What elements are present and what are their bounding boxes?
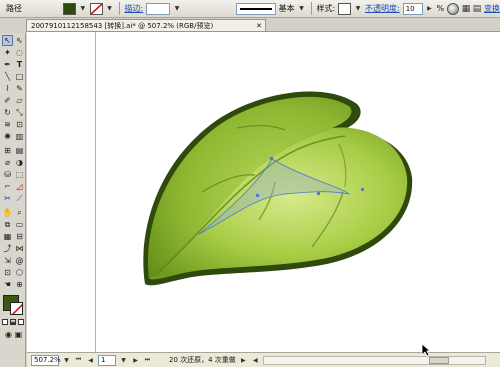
graph-tool-icon[interactable]: ▥ [14,131,25,142]
next-page-icon[interactable]: ▶ [131,355,140,366]
scrollbar-thumb[interactable] [428,356,449,364]
document-setup-icon[interactable]: ▦ [462,3,471,15]
profile-label: 基本 [278,4,295,13]
direct-selection-tool-icon[interactable]: ⇖ [14,35,25,46]
opacity-field[interactable]: 10 [402,2,423,15]
style-swatch[interactable] [338,2,352,15]
chevron-down-icon[interactable]: ▼ [106,3,114,15]
hand-pan-tool-icon[interactable]: ☚ [2,279,13,290]
gradient-tool-icon[interactable]: ▤ [14,145,25,156]
document-tab-title: 2007910112158543 [转换].ai* @ 507.2% (RGB/… [31,22,214,30]
scissors-tool-icon[interactable]: ✂ [2,193,13,204]
artboard-edge [95,32,96,352]
pencil-tool-icon[interactable]: ✎ [14,83,25,94]
chevron-down-icon[interactable]: ▼ [173,3,181,15]
live-paint-tool-icon[interactable]: ⛁ [2,169,13,180]
no-stroke-icon [11,303,22,314]
print-tiling-tool-icon[interactable]: ▭ [14,219,25,230]
rectangle-tool-icon[interactable]: □ [14,71,25,82]
paintbrush-tool-icon[interactable]: ⌇ [2,83,13,94]
leaf-artwork[interactable] [27,32,500,352]
anchor-point[interactable] [270,157,273,160]
eyedropper-tool-icon[interactable]: ⌀ [2,157,13,168]
anchor-point[interactable] [256,194,259,197]
reshape-tool-icon[interactable]: ⤴ [2,243,13,254]
artboard-frame-tool-icon[interactable]: ⊡ [2,267,13,278]
anchor-point[interactable] [361,188,364,191]
artboard-tool-icon[interactable]: ⧉ [2,219,13,230]
selection-tool-icon[interactable]: ↖ [2,35,13,46]
chevron-down-icon[interactable]: ▼ [298,3,306,15]
chevron-down-icon[interactable]: ▼ [119,355,128,366]
fill-swatch[interactable] [63,2,76,15]
color-mode-icon[interactable] [2,319,8,325]
opacity-label[interactable]: 不透明度: [365,3,400,14]
object-type-label: 路径 [6,4,22,13]
stroke-color-box[interactable] [10,302,23,315]
chevron-down-icon[interactable]: ▼ [79,3,87,15]
horizontal-scrollbar[interactable] [262,355,486,365]
recolor-artwork-icon[interactable] [447,2,459,15]
style-label: 样式: [316,4,336,13]
stroke-swatch[interactable] [89,2,103,15]
column-graph-tool-icon[interactable]: ▦ [2,231,13,242]
stroke-label[interactable]: 描边: [125,3,144,14]
stroke-weight-field[interactable] [146,2,171,15]
line-tool-icon[interactable]: ╲ [2,71,13,82]
no-stroke-icon [90,3,102,14]
document-canvas[interactable] [27,32,500,352]
separator [310,2,312,15]
chevron-right-icon[interactable]: ▶ [426,3,434,15]
zoom-tool-icon[interactable]: ⌕ [14,207,25,218]
page-field[interactable]: 1 [98,354,116,366]
chevron-down-icon[interactable]: ▼ [62,355,71,366]
status-menu-icon[interactable]: ▶ [239,355,248,366]
twirl-tool-icon[interactable]: @ [14,255,25,266]
first-page-icon[interactable]: ⏮ [74,355,83,366]
warp-tool-icon[interactable]: ≋ [2,119,13,130]
close-icon[interactable]: ✕ [256,22,262,30]
measure-tool-icon[interactable]: ⇲ [2,255,13,266]
anchor-point[interactable] [317,192,320,195]
live-paint-select-tool-icon[interactable]: ⬚ [14,169,25,180]
status-undo-text: 20 次还原，4 次重做 [169,356,236,364]
width-tool-icon[interactable]: ⋈ [14,243,25,254]
separator [118,2,120,15]
slice-tool-icon[interactable]: ◿ [14,181,25,192]
toolbox: ↖ ⇖ ✦ ◌ ✒ T ╲ □ ⌇ ✎ ✐ ▱ ↻ ⤡ ≋ ⊡ ✺ ▥ ⊞ ▤ … [0,33,26,367]
transform-link[interactable]: 变换 [484,3,500,14]
eraser-tool-icon[interactable]: ▱ [14,95,25,106]
control-bar: 路径 ▼ ▼ 描边: ▼ 基本 ▼ 样式: ▼ 不透明度: 10 ▶ % ▦ ▤… [0,0,500,18]
chevron-down-icon[interactable]: ▼ [354,3,362,15]
percent-label: % [436,4,445,13]
zoom-in-tool-icon[interactable]: ⊕ [14,279,25,290]
stroke-profile-dropdown[interactable] [235,2,276,15]
shape-builder-tool-icon[interactable]: ⬡ [14,267,25,278]
knife-tool-icon[interactable]: ⟋ [14,193,25,204]
pen-tool-icon[interactable]: ✒ [2,59,13,70]
scroll-left-icon[interactable]: ◀ [251,355,260,366]
lasso-tool-icon[interactable]: ◌ [14,47,25,58]
mouse-cursor-icon [421,343,431,357]
free-transform-tool-icon[interactable]: ⊡ [14,119,25,130]
type-tool-icon[interactable]: T [14,59,25,70]
mesh-grid-tool-icon[interactable]: ⊟ [14,231,25,242]
scale-tool-icon[interactable]: ⤡ [14,107,25,118]
symbol-sprayer-tool-icon[interactable]: ✺ [2,131,13,142]
zoom-field[interactable]: 507.2% [31,354,61,366]
align-icon[interactable]: ▤ [473,3,482,15]
last-page-icon[interactable]: ⏭ [143,355,152,366]
magic-wand-tool-icon[interactable]: ✦ [2,47,13,58]
none-mode-icon[interactable] [18,319,24,325]
prev-page-icon[interactable]: ◀ [86,355,95,366]
blob-brush-tool-icon[interactable]: ✐ [2,95,13,106]
hand-tool-icon[interactable]: ✋ [2,207,13,218]
crop-tool-icon[interactable]: ⌐ [2,181,13,192]
blend-tool-icon[interactable]: ◑ [14,157,25,168]
screen-mode-icon[interactable]: ▣ [13,329,24,340]
mesh-tool-icon[interactable]: ⊞ [2,145,13,156]
gradient-mode-icon[interactable] [10,319,16,325]
rotate-tool-icon[interactable]: ↻ [2,107,13,118]
